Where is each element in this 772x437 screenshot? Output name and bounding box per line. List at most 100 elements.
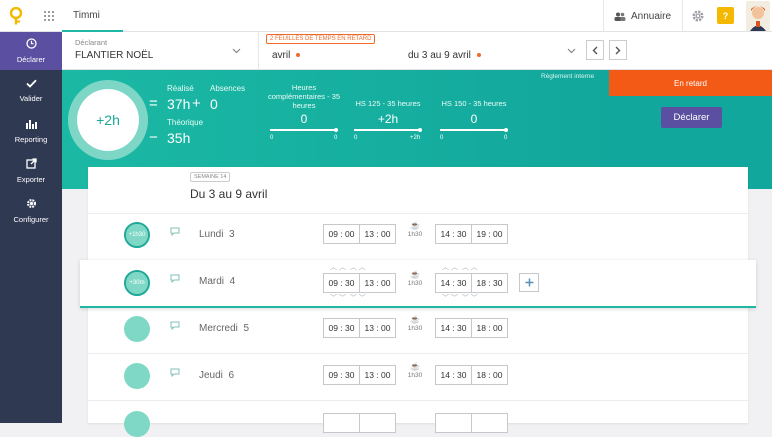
help-button[interactable]: ? xyxy=(717,7,734,24)
sidebar-item-declarer[interactable]: Déclarer xyxy=(0,32,62,70)
start-time[interactable]: 09 : 30 xyxy=(324,319,359,337)
period-select[interactable]: du 3 au 9 avril xyxy=(408,50,481,61)
declare-button[interactable]: Déclarer xyxy=(661,107,722,128)
reglement-label[interactable]: Règlement interne xyxy=(541,73,594,80)
settings-gear-button[interactable] xyxy=(682,0,712,32)
apps-grid-icon[interactable] xyxy=(36,0,62,32)
sidebar-item-valider[interactable]: Valider xyxy=(0,73,62,109)
end-time[interactable]: 18 : 00 xyxy=(472,366,507,384)
directory-link[interactable]: Annuaire xyxy=(603,0,681,32)
balance-value: +2h xyxy=(77,89,139,151)
user-avatar[interactable] xyxy=(746,1,770,31)
month-select[interactable]: avril xyxy=(272,50,301,61)
decrement-arrows[interactable]: ﹀ ﹀ ﹀ ﹀ xyxy=(330,293,366,303)
increment-arrows[interactable]: ︿ ︿ ︿ ︿ xyxy=(442,262,478,272)
afternoon-time-range[interactable]: 14 : 30 18 : 00 xyxy=(435,365,508,385)
chevron-down-icon[interactable] xyxy=(567,46,576,57)
decrement-arrows[interactable]: ﹀ ﹀ ﹀ ﹀ xyxy=(442,293,478,303)
sidebar-item-configurer[interactable]: Configurer xyxy=(0,193,62,229)
comment-icon[interactable] xyxy=(170,274,180,286)
hs-value: +2h xyxy=(377,112,399,126)
coffee-icon: ☕ xyxy=(410,362,420,371)
plus-sign: + xyxy=(192,95,201,112)
sidebar: Déclarer Valider Reporting Exporter Conf… xyxy=(0,32,62,423)
declarant-select[interactable]: FLANTIER NOËL xyxy=(75,50,153,61)
grid-icon xyxy=(44,11,54,21)
afternoon-time-range[interactable]: 14 : 30 19 : 00 xyxy=(435,224,508,244)
start-time[interactable]: 09 : 30 xyxy=(324,274,359,292)
morning-time-range[interactable]: 09 : 30 13 : 00 xyxy=(323,365,396,385)
increment-arrows[interactable]: ︿ ︿ ︿ ︿ xyxy=(330,262,366,272)
morning-time-range[interactable]: 09 : 00 13 : 00 xyxy=(323,224,396,244)
start-time[interactable]: 09 : 30 xyxy=(324,366,359,384)
app-tab-timmi[interactable]: Timmi xyxy=(62,0,123,32)
day-balance-badge xyxy=(124,411,150,437)
day-label: Mercredi 5 xyxy=(199,323,250,334)
day-balance-badge xyxy=(124,316,150,342)
coffee-icon: ☕ xyxy=(410,221,420,230)
avatar-icon xyxy=(746,1,770,31)
divider xyxy=(258,32,259,70)
comment-icon[interactable] xyxy=(170,368,180,380)
chevron-left-icon xyxy=(592,46,598,54)
end-time[interactable]: 19 : 00 xyxy=(472,225,507,243)
hs-125: HS 125 - 35 heures +2h 0 +2h xyxy=(348,70,428,160)
afternoon-time-range[interactable]: 14 : 30 18 : 30 xyxy=(435,273,508,293)
previous-period-button[interactable] xyxy=(586,40,604,60)
afternoon-time-range[interactable] xyxy=(435,413,508,433)
morning-time-range[interactable] xyxy=(323,413,396,433)
hs-max: 0 xyxy=(334,135,338,141)
coffee-icon: ☕ xyxy=(410,270,420,279)
hs-min: 0 xyxy=(354,135,358,141)
start-time[interactable]: 14 : 30 xyxy=(436,319,471,337)
next-period-button[interactable] xyxy=(609,40,627,60)
afternoon-time-range[interactable]: 14 : 30 18 : 00 xyxy=(435,318,508,338)
comment-icon[interactable] xyxy=(170,227,180,239)
sidebar-item-label: Configurer xyxy=(13,215,49,224)
start-time[interactable]: 09 : 00 xyxy=(324,225,359,243)
end-time[interactable]: 13 : 00 xyxy=(360,274,395,292)
declarant-label: Déclarant xyxy=(75,38,108,47)
minus-sign: − xyxy=(149,129,158,146)
start-time[interactable]: 14 : 30 xyxy=(436,274,471,292)
check-icon xyxy=(25,79,37,91)
directory-label: Annuaire xyxy=(631,10,672,22)
chevron-down-icon[interactable] xyxy=(232,46,241,57)
end-time[interactable]: 18 : 30 xyxy=(472,274,507,292)
end-time[interactable]: 18 : 00 xyxy=(472,319,507,337)
period-value: du 3 au 9 avril xyxy=(408,50,471,61)
hs-min: 0 xyxy=(270,135,274,141)
realise-value: 37h xyxy=(167,96,191,112)
start-time[interactable]: 14 : 30 xyxy=(436,225,471,243)
morning-time-range[interactable]: 09 : 30 13 : 00 xyxy=(323,318,396,338)
realise-label: Réalisé xyxy=(167,84,194,93)
bar-chart-icon xyxy=(25,119,37,132)
late-timesheets-badge[interactable]: 2 FEUILLES DE TEMPS EN RETARD xyxy=(266,34,376,44)
hs-max: 0 xyxy=(504,135,508,141)
sidebar-item-reporting[interactable]: Reporting xyxy=(0,113,62,149)
hs-title: HS 125 - 35 heures xyxy=(355,99,421,108)
hs-title: Heures complémentaires - 35 heures xyxy=(267,83,341,110)
hs-value: 0 xyxy=(470,112,478,126)
declarant-bar: Déclarant FLANTIER NOËL 2 FEUILLES DE TE… xyxy=(62,32,772,70)
end-time[interactable]: 13 : 00 xyxy=(360,366,395,384)
morning-time-range[interactable]: 09 : 30 13 : 00 xyxy=(323,273,396,293)
sidebar-item-label: Reporting xyxy=(14,134,48,144)
break-duration: ☕ 1h30 xyxy=(403,315,427,333)
end-time[interactable]: 13 : 00 xyxy=(360,319,395,337)
day-label: Lundi 3 xyxy=(199,229,235,240)
start-time[interactable]: 14 : 30 xyxy=(436,366,471,384)
logo[interactable] xyxy=(0,0,32,32)
comment-icon[interactable] xyxy=(170,321,180,333)
day-balance-badge xyxy=(124,363,150,389)
sidebar-item-exporter[interactable]: Exporter xyxy=(0,153,62,189)
day-row-mardi[interactable]: +30m Mardi 4 ︿ ︿ ︿ ︿ 09 : 30 13 : 00 ﹀ ﹀ … xyxy=(80,260,756,308)
day-label: Jeudi 6 xyxy=(199,370,235,381)
hs-slider-knob xyxy=(418,128,422,132)
week-title: Du 3 au 9 avril xyxy=(190,187,268,201)
add-time-range-button[interactable] xyxy=(519,273,539,292)
end-time[interactable]: 13 : 00 xyxy=(360,225,395,243)
status-late-banner: En retard xyxy=(609,70,772,96)
absences-value: 0 xyxy=(210,96,218,112)
sidebar-item-label: Déclarer xyxy=(16,55,46,64)
